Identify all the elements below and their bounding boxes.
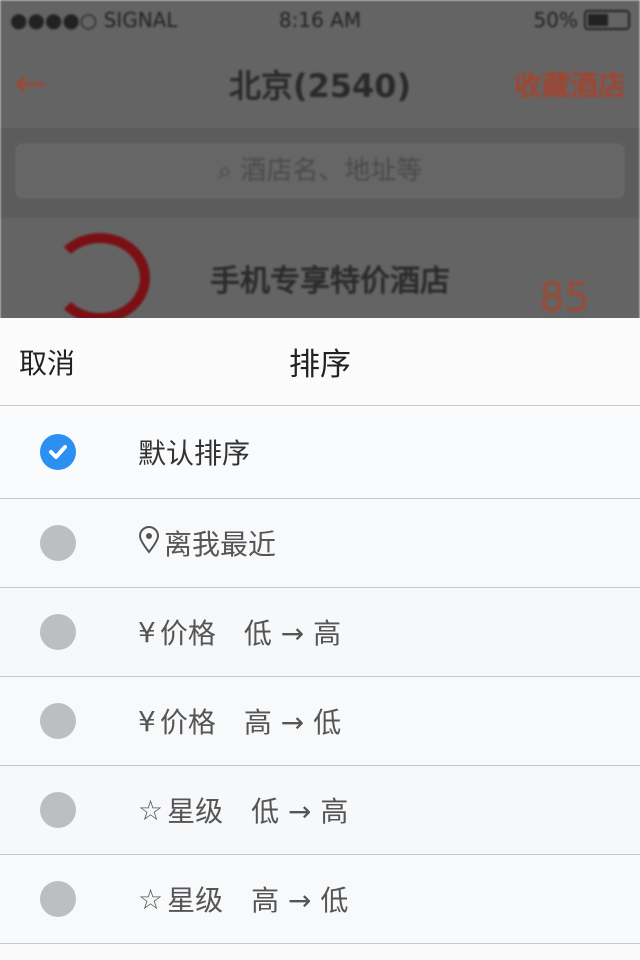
radio-unchecked-icon[interactable] bbox=[40, 525, 76, 561]
sort-option[interactable]: ¥ 价格 高 → 低 bbox=[0, 677, 640, 766]
hotel-name: 手机专享特价酒店 bbox=[210, 264, 450, 299]
search-input[interactable]: ⌕ 酒店名、地址等 bbox=[16, 144, 624, 198]
battery-icon bbox=[584, 10, 630, 30]
sort-option-label: 星级 高 → 低 bbox=[167, 884, 349, 917]
hotel-logo bbox=[50, 233, 150, 323]
yen-icon: ¥ bbox=[138, 615, 156, 649]
sheet-header: 取消 排序 bbox=[0, 318, 640, 406]
sort-option-label: 默认排序 bbox=[138, 437, 251, 470]
sort-sheet: 取消 排序 默认排序 离我最近 ¥ 价格 低 → 高 ¥ 价格 高 → 低 ☆ 星级 低 → … bbox=[0, 318, 640, 960]
sheet-title: 排序 bbox=[289, 347, 351, 383]
sort-option-label: 星级 低 → 高 bbox=[167, 795, 349, 828]
sort-option-label: 价格 高 → 低 bbox=[159, 706, 342, 739]
favorite-hotels-button[interactable]: 收藏酒店 bbox=[514, 64, 626, 104]
hotel-price: 85 bbox=[539, 275, 590, 321]
sort-option[interactable]: 离我最近 bbox=[0, 499, 640, 588]
location-pin-icon bbox=[138, 525, 160, 561]
sort-option-label: 价格 低 → 高 bbox=[159, 617, 342, 650]
sort-option[interactable]: ¥ 价格 低 → 高 bbox=[0, 588, 640, 677]
back-arrow-icon[interactable]: ← bbox=[14, 61, 48, 107]
radio-unchecked-icon[interactable] bbox=[40, 614, 76, 650]
cancel-button[interactable]: 取消 bbox=[0, 342, 75, 382]
star-icon: ☆ bbox=[138, 793, 164, 827]
status-bar: ●●●●○ SIGNAL 8:16 AM 50% bbox=[0, 0, 640, 40]
dimmed-background-page[interactable]: ●●●●○ SIGNAL 8:16 AM 50% ← 北京(2540) 收藏酒店… bbox=[0, 0, 640, 330]
radio-unchecked-icon[interactable] bbox=[40, 703, 76, 739]
star-icon: ☆ bbox=[138, 882, 164, 916]
sort-option[interactable]: 默认排序 bbox=[0, 406, 640, 499]
search-placeholder: 酒店名、地址等 bbox=[240, 156, 423, 186]
search-icon: ⌕ bbox=[217, 156, 241, 186]
radio-unchecked-icon[interactable] bbox=[40, 792, 76, 828]
radio-unchecked-icon[interactable] bbox=[40, 881, 76, 917]
sort-option[interactable]: ☆ 星级 高 → 低 bbox=[0, 855, 640, 944]
yen-icon: ¥ bbox=[138, 704, 156, 738]
clock: 8:16 AM bbox=[278, 8, 362, 32]
radio-checked-icon[interactable] bbox=[40, 434, 76, 470]
sort-option-label: 离我最近 bbox=[164, 528, 277, 561]
sort-option[interactable]: ☆ 星级 低 → 高 bbox=[0, 766, 640, 855]
nav-bar: ← 北京(2540) 收藏酒店 bbox=[0, 40, 640, 128]
